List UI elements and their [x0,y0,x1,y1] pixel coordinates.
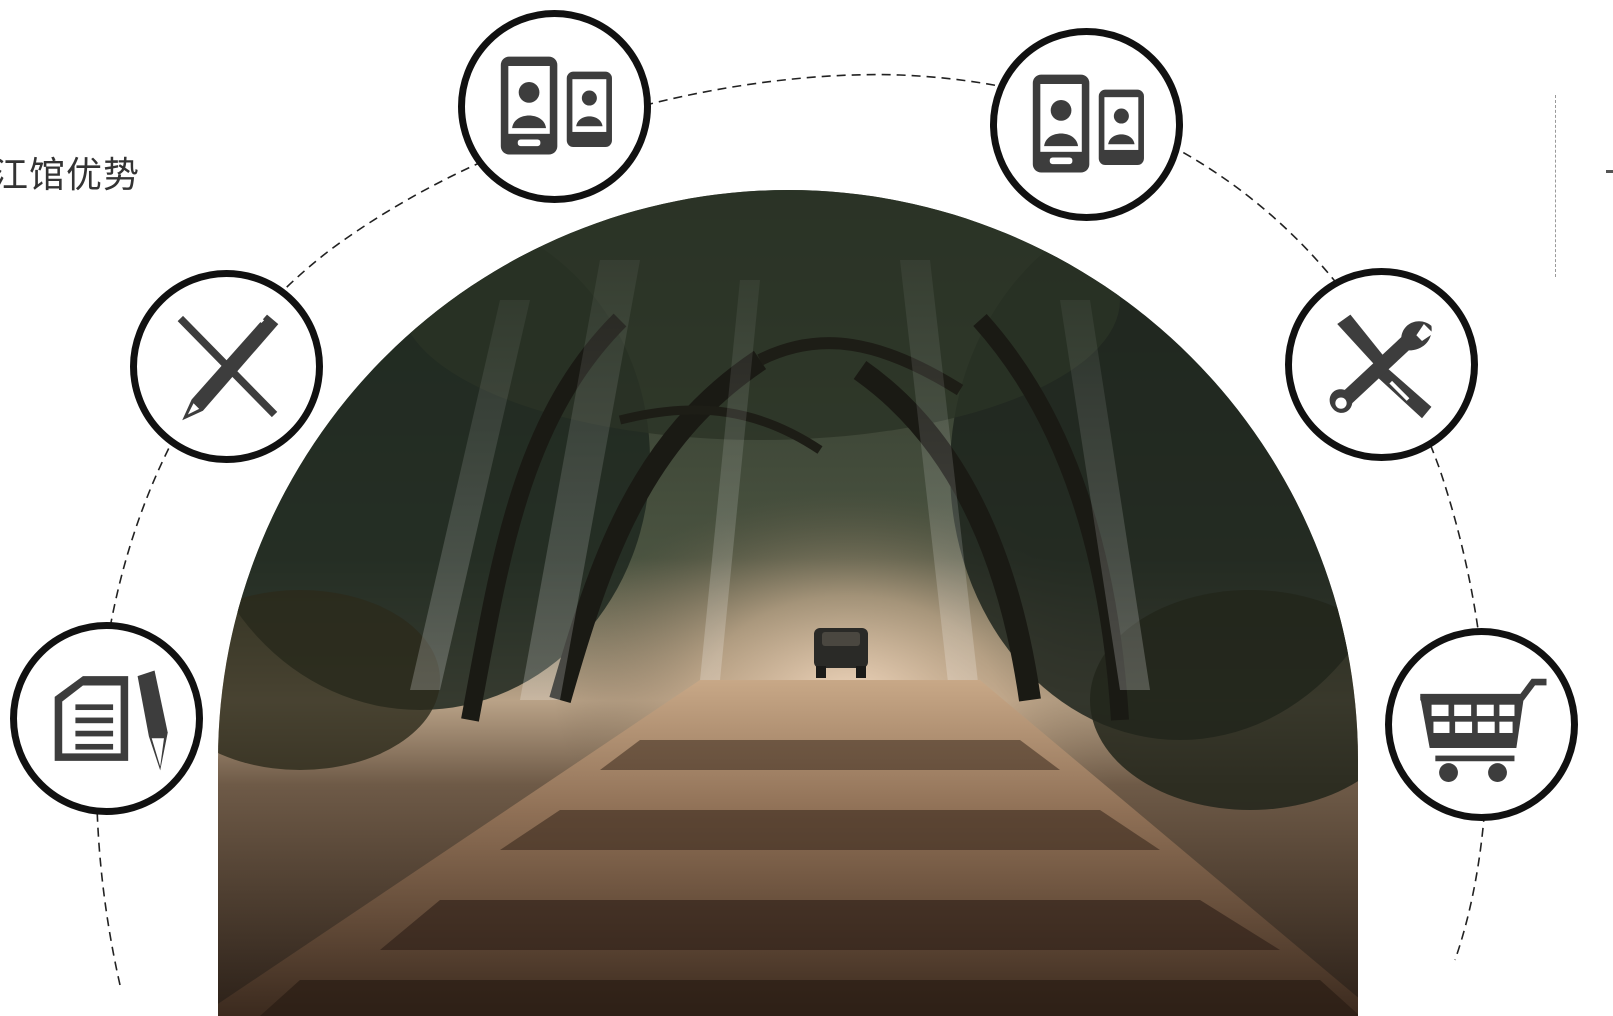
hero-illustration [95,73,1488,1016]
shopping-cart-icon [1385,628,1578,821]
slide: 江馆优势 [0,0,1613,1016]
tools-wrench-screwdriver-icon [1285,268,1478,461]
design-pen-ruler-icon [130,270,323,463]
mobile-contacts-icon [458,10,651,203]
contract-pen-icon [10,622,203,815]
mobile-contacts-icon [990,28,1183,221]
